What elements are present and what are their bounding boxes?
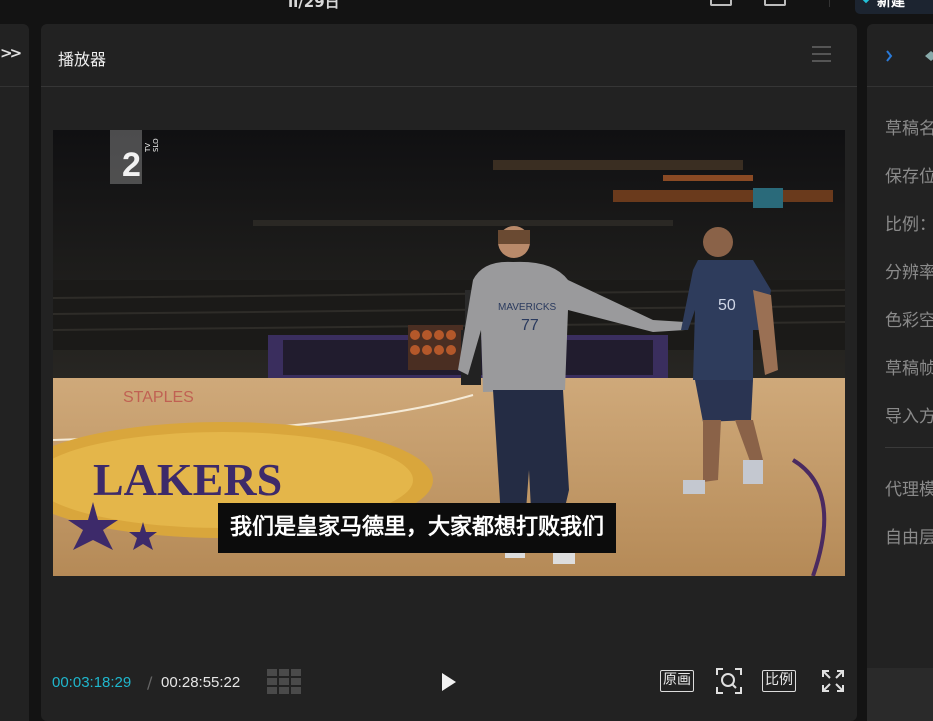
detail-label: 草稿帧 bbox=[885, 359, 933, 379]
video-preview[interactable]: LAKERS STAPLES MAVERICKS 77 50 2 TV SLO … bbox=[53, 130, 845, 576]
original-quality-button[interactable]: 原画 bbox=[660, 670, 694, 692]
layout-icon[interactable] bbox=[710, 0, 732, 6]
detail-label: 分辨率 bbox=[885, 263, 933, 283]
player-title: 播放器 bbox=[58, 50, 107, 69]
channel-logo-number: 2 bbox=[122, 146, 141, 184]
channel-logo: 2 TV SLO bbox=[110, 130, 160, 184]
new-button[interactable]: 新建 bbox=[855, 0, 933, 14]
editor-window: il/29日 新建 >> 播放器 LAKERS STAPLES MAVERICK… bbox=[0, 0, 933, 721]
svg-text:50: 50 bbox=[718, 297, 736, 314]
player-panel: 播放器 LAKERS STAPLES MAVERICKS 77 50 2 TV … bbox=[41, 24, 857, 721]
aspect-ratio-button[interactable]: 比例 bbox=[762, 670, 796, 692]
svg-text:MAVERICKS: MAVERICKS bbox=[498, 302, 556, 313]
menu-icon[interactable] bbox=[812, 46, 832, 62]
grid-icon[interactable] bbox=[267, 669, 301, 695]
toolbar-divider bbox=[829, 0, 830, 7]
detail-divider bbox=[885, 447, 933, 448]
svg-text:LAKERS: LAKERS bbox=[93, 454, 282, 505]
detail-label: 比例： bbox=[885, 215, 933, 235]
channel-logo-text: TV SLO bbox=[144, 138, 160, 152]
svg-text:77: 77 bbox=[521, 317, 539, 334]
left-panel-divider bbox=[0, 86, 29, 87]
window-icon[interactable] bbox=[764, 0, 786, 6]
fullscreen-icon[interactable] bbox=[822, 670, 844, 692]
detail-label: 保存位 bbox=[885, 167, 933, 187]
play-icon[interactable] bbox=[440, 672, 458, 692]
project-title: il/29日 bbox=[288, 0, 340, 11]
expand-panel-button[interactable]: >> bbox=[0, 44, 22, 62]
draft-details-panel: 草稿名 保存位 比例： 分辨率 色彩空 草稿帧 导入方 代理模 自由层 bbox=[867, 24, 933, 721]
panel-tabs-icon[interactable] bbox=[885, 49, 933, 63]
left-panel: >> bbox=[0, 24, 29, 721]
playback-controls: 00:03:18:29 / 00:28:55:22 原画 比例 bbox=[41, 664, 857, 704]
detail-label: 自由层 bbox=[885, 528, 933, 548]
duration-timecode: 00:28:55:22 bbox=[161, 674, 241, 691]
current-timecode: 00:03:18:29 bbox=[52, 674, 132, 691]
new-button-label: 新建 bbox=[877, 0, 905, 10]
player-header: 播放器 bbox=[41, 24, 857, 87]
zoom-fit-icon[interactable] bbox=[716, 668, 742, 694]
detail-label: 草稿名 bbox=[885, 119, 933, 139]
detail-label: 代理模 bbox=[885, 480, 933, 500]
right-panel-footer bbox=[867, 668, 933, 721]
subtitle-caption: 我们是皇家马德里，大家都想打败我们 bbox=[218, 503, 617, 553]
timecode-separator: / bbox=[147, 673, 153, 692]
detail-label: 色彩空 bbox=[885, 311, 933, 331]
right-panel-header bbox=[867, 24, 933, 87]
detail-label: 导入方 bbox=[885, 407, 933, 427]
diamond-icon bbox=[861, 0, 871, 4]
svg-text:STAPLES: STAPLES bbox=[123, 389, 194, 406]
